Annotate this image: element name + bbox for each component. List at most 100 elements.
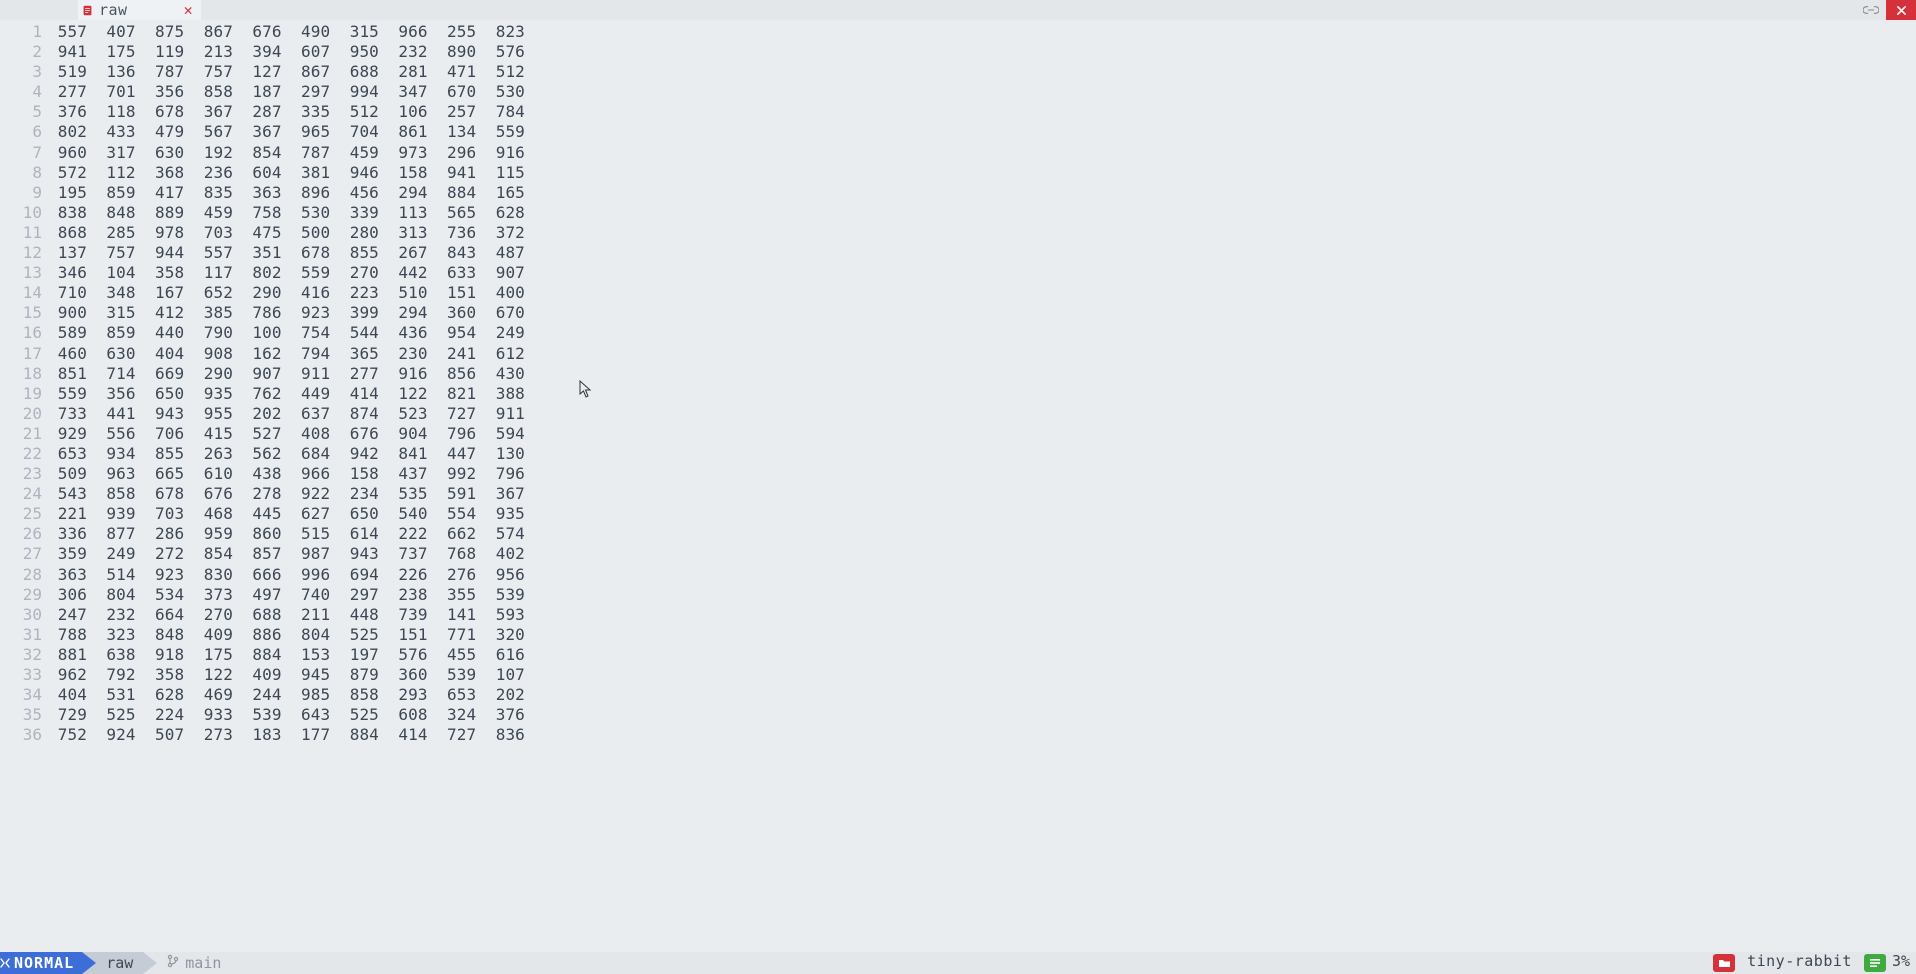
line-content: 277 701 356 858 187 297 994 347 670 530 [48, 82, 525, 102]
line-content: 460 630 404 908 162 794 365 230 241 612 [48, 344, 525, 364]
line-number: 12 [0, 243, 48, 263]
line-number: 2 [0, 42, 48, 62]
line-content: 359 249 272 854 857 987 943 737 768 402 [48, 544, 525, 564]
editor-line[interactable]: 8 572 112 368 236 604 381 946 158 941 11… [0, 163, 1916, 183]
line-content: 363 514 923 830 666 996 694 226 276 956 [48, 565, 525, 585]
line-content: 838 848 889 459 758 530 339 113 565 628 [48, 203, 525, 223]
line-content: 195 859 417 835 363 896 456 294 884 165 [48, 183, 525, 203]
line-content: 137 757 944 557 351 678 855 267 843 487 [48, 243, 525, 263]
editor-line[interactable]: 36 752 924 507 273 183 177 884 414 727 8… [0, 725, 1916, 745]
line-content: 900 315 412 385 786 923 399 294 360 670 [48, 303, 525, 323]
line-number: 20 [0, 404, 48, 424]
editor-line[interactable]: 18 851 714 669 290 907 911 277 916 856 4… [0, 364, 1916, 384]
editor-line[interactable]: 25 221 939 703 468 445 627 650 540 554 9… [0, 504, 1916, 524]
editor-line[interactable]: 27 359 249 272 854 857 987 943 737 768 4… [0, 544, 1916, 564]
editor-line[interactable]: 23 509 963 665 610 438 966 158 437 992 7… [0, 464, 1916, 484]
editor-line[interactable]: 26 336 877 286 959 860 515 614 222 662 5… [0, 524, 1916, 544]
line-number: 17 [0, 344, 48, 364]
line-number: 3 [0, 62, 48, 82]
line-content: 519 136 787 757 127 867 688 281 471 512 [48, 62, 525, 82]
window-close-button[interactable] [1886, 0, 1916, 20]
editor-line[interactable]: 24 543 858 678 676 278 922 234 535 591 3… [0, 484, 1916, 504]
editor-line[interactable]: 5 376 118 678 367 287 335 512 106 257 78… [0, 102, 1916, 122]
editor-viewport[interactable]: 1 557 407 875 867 676 490 315 966 255 82… [0, 20, 1916, 952]
line-content: 960 317 630 192 854 787 459 973 296 916 [48, 143, 525, 163]
editor-line[interactable]: 20 733 441 943 955 202 637 874 523 727 9… [0, 404, 1916, 424]
editor-line[interactable]: 35 729 525 224 933 539 643 525 608 324 3… [0, 705, 1916, 725]
editor-line[interactable]: 22 653 934 855 263 562 684 942 841 447 1… [0, 444, 1916, 464]
editor-line[interactable]: 16 589 859 440 790 100 754 544 436 954 2… [0, 323, 1916, 343]
line-content: 733 441 943 955 202 637 874 523 727 911 [48, 404, 525, 424]
editor-line[interactable]: 32 881 638 918 175 884 153 197 576 455 6… [0, 645, 1916, 665]
status-line: NORMAL raw main tiny-rabbit 3% [0, 952, 1916, 974]
line-number: 16 [0, 323, 48, 343]
hostname-indicator: tiny-rabbit [1739, 952, 1860, 974]
line-number: 7 [0, 143, 48, 163]
line-content: 729 525 224 933 539 643 525 608 324 376 [48, 705, 525, 725]
tabbar-right-controls [1856, 0, 1916, 20]
link-chain-icon[interactable] [1856, 0, 1886, 20]
line-number: 26 [0, 524, 48, 544]
statusline-filename: raw [96, 952, 143, 974]
line-number: 36 [0, 725, 48, 745]
editor-line[interactable]: 33 962 792 358 122 409 945 879 360 539 1… [0, 665, 1916, 685]
line-content: 376 118 678 367 287 335 512 106 257 784 [48, 102, 525, 122]
git-branch-indicator: main [157, 952, 231, 974]
editor-line[interactable]: 11 868 285 978 703 475 500 280 313 736 3… [0, 223, 1916, 243]
line-content: 929 556 706 415 527 408 676 904 796 594 [48, 424, 525, 444]
buffer-tab-label: raw [99, 1, 128, 19]
line-content: 788 323 848 409 886 804 525 151 771 320 [48, 625, 525, 645]
line-number: 5 [0, 102, 48, 122]
editor-line[interactable]: 31 788 323 848 409 886 804 525 151 771 3… [0, 625, 1916, 645]
line-content: 752 924 507 273 183 177 884 414 727 836 [48, 725, 525, 745]
line-number: 1 [0, 22, 48, 42]
buffer-tab-raw[interactable]: raw ✕ [78, 0, 201, 20]
line-number: 34 [0, 685, 48, 705]
editor-line[interactable]: 13 346 104 358 117 802 559 270 442 633 9… [0, 263, 1916, 283]
editor-line[interactable]: 28 363 514 923 830 666 996 694 226 276 9… [0, 565, 1916, 585]
editor-line[interactable]: 1 557 407 875 867 676 490 315 966 255 82… [0, 22, 1916, 42]
editor-line[interactable]: 17 460 630 404 908 162 794 365 230 241 6… [0, 344, 1916, 364]
line-content: 962 792 358 122 409 945 879 360 539 107 [48, 665, 525, 685]
line-content: 881 638 918 175 884 153 197 576 455 616 [48, 645, 525, 665]
editor-line[interactable]: 12 137 757 944 557 351 678 855 267 843 4… [0, 243, 1916, 263]
line-number: 22 [0, 444, 48, 464]
line-number: 4 [0, 82, 48, 102]
folder-badge-icon [1713, 954, 1735, 972]
editor-line[interactable]: 15 900 315 412 385 786 923 399 294 360 6… [0, 303, 1916, 323]
line-number: 29 [0, 585, 48, 605]
editor-line[interactable]: 3 519 136 787 757 127 867 688 281 471 51… [0, 62, 1916, 82]
tab-close-icon[interactable]: ✕ [134, 1, 194, 19]
line-number: 30 [0, 605, 48, 625]
editor-line[interactable]: 6 802 433 479 567 367 965 704 861 134 55… [0, 122, 1916, 142]
line-content: 346 104 358 117 802 559 270 442 633 907 [48, 263, 525, 283]
line-number: 21 [0, 424, 48, 444]
editor-line[interactable]: 30 247 232 664 270 688 211 448 739 141 5… [0, 605, 1916, 625]
editor-line[interactable]: 2 941 175 119 213 394 607 950 232 890 57… [0, 42, 1916, 62]
editor-line[interactable]: 34 404 531 628 469 244 985 858 293 653 2… [0, 685, 1916, 705]
editor-line[interactable]: 21 929 556 706 415 527 408 676 904 796 5… [0, 424, 1916, 444]
line-content: 509 963 665 610 438 966 158 437 992 796 [48, 464, 525, 484]
line-content: 557 407 875 867 676 490 315 966 255 823 [48, 22, 525, 42]
editor-line[interactable]: 4 277 701 356 858 187 297 994 347 670 53… [0, 82, 1916, 102]
tabbar-left-spacer [0, 0, 78, 20]
line-number: 25 [0, 504, 48, 524]
editor-line[interactable]: 19 559 356 650 935 762 449 414 122 821 3… [0, 384, 1916, 404]
editor-line[interactable]: 7 960 317 630 192 854 787 459 973 296 91… [0, 143, 1916, 163]
line-content: 336 877 286 959 860 515 614 222 662 574 [48, 524, 525, 544]
editor-line[interactable]: 9 195 859 417 835 363 896 456 294 884 16… [0, 183, 1916, 203]
editor-line[interactable]: 29 306 804 534 373 497 740 297 238 355 5… [0, 585, 1916, 605]
line-number: 11 [0, 223, 48, 243]
line-number: 32 [0, 645, 48, 665]
line-number: 15 [0, 303, 48, 323]
file-icon [82, 5, 93, 16]
line-number: 10 [0, 203, 48, 223]
line-number: 28 [0, 565, 48, 585]
line-content: 941 175 119 213 394 607 950 232 890 576 [48, 42, 525, 62]
statusline-spacer [231, 952, 1709, 974]
editor-line[interactable]: 14 710 348 167 652 290 416 223 510 151 4… [0, 283, 1916, 303]
line-number: 13 [0, 263, 48, 283]
editor-line[interactable]: 10 838 848 889 459 758 530 339 113 565 6… [0, 203, 1916, 223]
line-content: 404 531 628 469 244 985 858 293 653 202 [48, 685, 525, 705]
line-content: 221 939 703 468 445 627 650 540 554 935 [48, 504, 525, 524]
